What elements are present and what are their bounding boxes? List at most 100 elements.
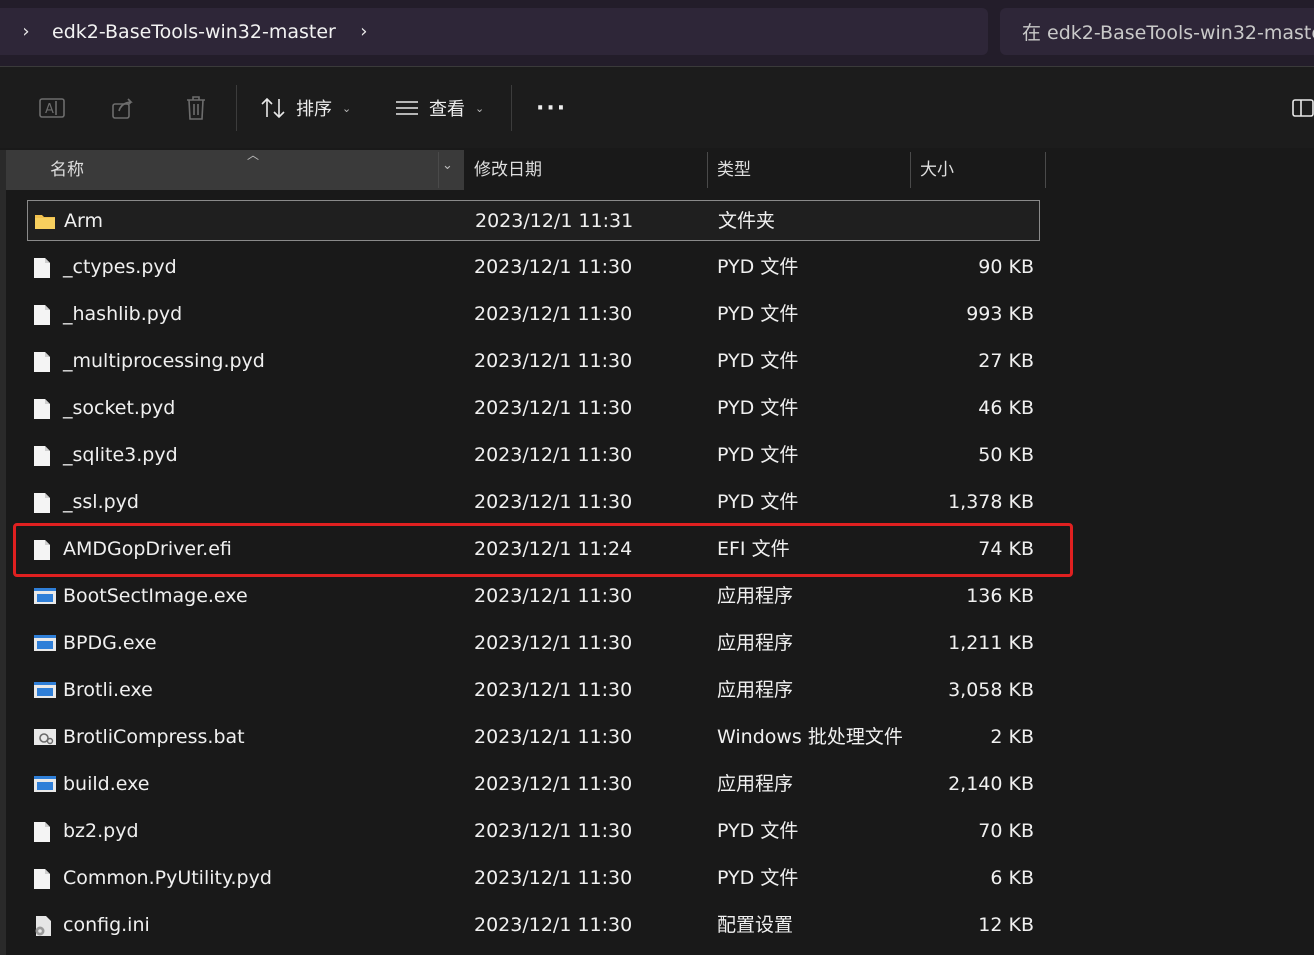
file-date: 2023/12/1 11:30 bbox=[474, 726, 633, 748]
file-name: _multiprocessing.pyd bbox=[63, 350, 265, 372]
file-type: 应用程序 bbox=[717, 773, 794, 795]
file-size: 70 KB bbox=[978, 820, 1034, 842]
file-row[interactable]: BrotliCompress.bat 2023/12/1 11:30 Windows… bbox=[27, 717, 1040, 758]
file-name: _ctypes.pyd bbox=[63, 256, 177, 278]
column-header-name[interactable]: 名称 ︿ ⌄ bbox=[6, 148, 464, 190]
rename-icon[interactable]: A bbox=[38, 94, 66, 122]
file-size: 50 KB bbox=[978, 444, 1034, 466]
file-name: Arm bbox=[64, 210, 103, 232]
column-divider[interactable] bbox=[1045, 152, 1046, 188]
file-row[interactable]: _hashlib.pyd 2023/12/1 11:30 PYD 文件 993 KB bbox=[27, 294, 1040, 335]
file-row[interactable]: _ssl.pyd 2023/12/1 11:30 PYD 文件 1,378 KB bbox=[27, 482, 1040, 523]
exe-icon bbox=[33, 774, 56, 796]
sort-label: 排序 bbox=[296, 99, 332, 120]
file-size: 993 KB bbox=[966, 303, 1034, 325]
file-type: PYD 文件 bbox=[717, 491, 799, 513]
file-row[interactable]: _multiprocessing.pyd 2023/12/1 11:30 PYD 文… bbox=[27, 341, 1040, 382]
chevron-down-icon: ⌄ bbox=[475, 101, 485, 115]
file-type: PYD 文件 bbox=[717, 397, 799, 419]
ini-icon bbox=[33, 915, 55, 937]
column-header-size[interactable]: 大小 bbox=[920, 150, 954, 190]
sort-button[interactable]: 排序 ⌄ bbox=[260, 93, 351, 123]
file-name: config.ini bbox=[63, 914, 150, 936]
file-type: PYD 文件 bbox=[717, 303, 799, 325]
file-row[interactable]: build.exe 2023/12/1 11:30 应用程序 2,140 KB bbox=[27, 764, 1040, 805]
folder-icon bbox=[34, 211, 56, 233]
file-name: AMDGopDriver.efi bbox=[63, 538, 232, 560]
file-type: PYD 文件 bbox=[717, 350, 799, 372]
scrollbar-track[interactable] bbox=[0, 150, 6, 955]
file-size: 27 KB bbox=[978, 350, 1034, 372]
file-date: 2023/12/1 11:30 bbox=[474, 820, 633, 842]
file-type: PYD 文件 bbox=[717, 444, 799, 466]
file-row[interactable]: _ctypes.pyd 2023/12/1 11:30 PYD 文件 90 KB bbox=[27, 247, 1040, 288]
file-date: 2023/12/1 11:31 bbox=[475, 210, 634, 232]
chevron-down-icon[interactable]: ⌄ bbox=[442, 158, 453, 173]
file-type: 应用程序 bbox=[717, 585, 794, 607]
file-row[interactable]: BPDG.exe 2023/12/1 11:30 应用程序 1,211 KB bbox=[27, 623, 1040, 664]
file-icon bbox=[33, 257, 55, 279]
file-row[interactable]: bz2.pyd 2023/12/1 11:30 PYD 文件 70 KB bbox=[27, 811, 1040, 852]
toolbar-separator bbox=[236, 85, 237, 131]
more-options-button[interactable]: ··· bbox=[536, 93, 567, 123]
file-type: 应用程序 bbox=[717, 632, 794, 654]
file-row[interactable]: BootSectImage.exe 2023/12/1 11:30 应用程序 136 … bbox=[27, 576, 1040, 617]
file-row[interactable]: config.ini 2023/12/1 11:30 配置设置 12 KB bbox=[27, 905, 1040, 946]
chevron-right-icon[interactable]: › bbox=[354, 21, 374, 42]
file-size: 74 KB bbox=[978, 538, 1034, 560]
file-date: 2023/12/1 11:30 bbox=[474, 256, 633, 278]
file-icon bbox=[33, 304, 55, 326]
file-name: build.exe bbox=[63, 773, 150, 795]
details-pane-icon[interactable] bbox=[1292, 98, 1314, 122]
file-date: 2023/12/1 11:30 bbox=[474, 773, 633, 795]
toolbar-separator bbox=[511, 85, 512, 131]
column-divider[interactable] bbox=[910, 152, 911, 188]
file-date: 2023/12/1 11:30 bbox=[474, 491, 633, 513]
file-size: 136 KB bbox=[966, 585, 1034, 607]
folder-row[interactable]: Arm 2023/12/1 11:31 文件夹 bbox=[27, 200, 1040, 241]
column-divider[interactable] bbox=[707, 152, 708, 188]
exe-icon bbox=[33, 680, 56, 702]
view-button[interactable]: 查看 ⌄ bbox=[395, 93, 484, 123]
breadcrumb-item[interactable]: edk2-BaseTools-win32-master bbox=[52, 21, 336, 43]
file-icon bbox=[33, 445, 55, 467]
file-date: 2023/12/1 11:30 bbox=[474, 303, 633, 325]
file-size: 6 KB bbox=[990, 867, 1034, 889]
file-size: 2 KB bbox=[990, 726, 1034, 748]
file-row[interactable]: AMDGopDriver.efi 2023/12/1 11:24 EFI 文件 74 … bbox=[27, 529, 1040, 570]
column-divider bbox=[438, 152, 439, 188]
file-date: 2023/12/1 11:30 bbox=[474, 632, 633, 654]
command-bar: A 排序 ⌄ 查看 ⌄ ··· bbox=[0, 67, 1314, 148]
view-list-icon bbox=[396, 101, 418, 115]
file-name: BrotliCompress.bat bbox=[63, 726, 245, 748]
file-type: 文件夹 bbox=[718, 210, 776, 232]
column-header-type[interactable]: 类型 bbox=[717, 150, 751, 190]
file-row[interactable]: Brotli.exe 2023/12/1 11:30 应用程序 3,058 KB bbox=[27, 670, 1040, 711]
file-date: 2023/12/1 11:30 bbox=[474, 679, 633, 701]
column-header-date[interactable]: 修改日期 bbox=[474, 150, 542, 190]
file-name: _ssl.pyd bbox=[63, 491, 139, 513]
file-name: BootSectImage.exe bbox=[63, 585, 248, 607]
file-type: PYD 文件 bbox=[717, 867, 799, 889]
more-icon: ··· bbox=[536, 95, 568, 121]
search-input[interactable]: 在 edk2-BaseTools-win32-master 中搜索 bbox=[1000, 8, 1314, 55]
file-size: 1,378 KB bbox=[948, 491, 1034, 513]
address-bar-region: › edk2-BaseTools-win32-master › 在 edk2-B… bbox=[0, 0, 1314, 67]
file-row[interactable]: Common.PyUtility.pyd 2023/12/1 11:30 PYD 文… bbox=[27, 858, 1040, 899]
file-date: 2023/12/1 11:24 bbox=[474, 538, 633, 560]
file-date: 2023/12/1 11:30 bbox=[474, 444, 633, 466]
file-name: bz2.pyd bbox=[63, 820, 139, 842]
column-header: 名称 ︿ ⌄ 修改日期 类型 大小 bbox=[0, 148, 1314, 190]
file-icon bbox=[33, 398, 55, 420]
chevron-right-icon[interactable]: › bbox=[16, 21, 36, 42]
file-row[interactable]: _sqlite3.pyd 2023/12/1 11:30 PYD 文件 50 KB bbox=[27, 435, 1040, 476]
breadcrumb[interactable]: › edk2-BaseTools-win32-master › bbox=[0, 8, 988, 55]
file-row[interactable]: _socket.pyd 2023/12/1 11:30 PYD 文件 46 KB bbox=[27, 388, 1040, 429]
file-size: 90 KB bbox=[978, 256, 1034, 278]
file-size: 3,058 KB bbox=[948, 679, 1034, 701]
share-icon[interactable] bbox=[110, 94, 138, 122]
file-date: 2023/12/1 11:30 bbox=[474, 867, 633, 889]
sort-ascending-icon: ︿ bbox=[247, 148, 260, 162]
file-size: 1,211 KB bbox=[948, 632, 1034, 654]
delete-icon[interactable] bbox=[182, 94, 210, 122]
